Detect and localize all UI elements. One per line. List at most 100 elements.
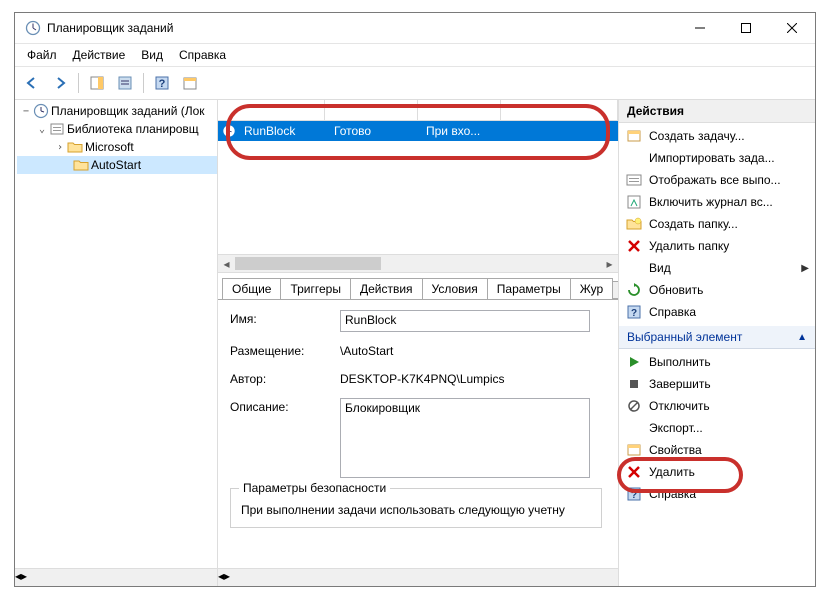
col-name[interactable] bbox=[218, 100, 325, 120]
menubar: Файл Действие Вид Справка bbox=[15, 44, 815, 67]
tree-microsoft-label: Microsoft bbox=[85, 140, 134, 154]
toolbar: ? bbox=[15, 67, 815, 100]
field-location: \AutoStart bbox=[340, 342, 598, 360]
menu-action[interactable]: Действие bbox=[65, 46, 134, 64]
titlebar: Планировщик заданий bbox=[15, 13, 815, 44]
col-next[interactable] bbox=[501, 100, 618, 120]
label-author: Автор: bbox=[230, 370, 340, 386]
label-location: Размещение: bbox=[230, 342, 340, 358]
action-delete[interactable]: Удалить bbox=[619, 461, 815, 483]
main-body: − Планировщик заданий (Лок ⌄ Библиотека … bbox=[15, 100, 815, 586]
tree-hscroll[interactable]: ◂▸ bbox=[15, 568, 217, 586]
action-refresh[interactable]: Обновить bbox=[619, 279, 815, 301]
action-new-folder[interactable]: Создать папку... bbox=[619, 213, 815, 235]
delete-x-icon bbox=[625, 464, 643, 480]
menu-help[interactable]: Справка bbox=[171, 46, 234, 64]
svg-text:?: ? bbox=[631, 490, 637, 501]
task-detail-panel: Общие Триггеры Действия Условия Параметр… bbox=[218, 273, 618, 586]
toolbar-properties-icon[interactable] bbox=[112, 70, 138, 96]
task-trigger: При вхо... bbox=[420, 124, 618, 138]
collapse-icon[interactable]: ⌄ bbox=[35, 124, 49, 135]
svg-text:?: ? bbox=[159, 78, 166, 90]
export-icon bbox=[625, 420, 643, 436]
action-help2[interactable]: ? Справка bbox=[619, 483, 815, 505]
tree-microsoft[interactable]: › Microsoft bbox=[17, 138, 217, 156]
field-name[interactable]: RunBlock bbox=[340, 310, 590, 332]
tree-root[interactable]: − Планировщик заданий (Лок bbox=[17, 102, 217, 120]
stop-icon bbox=[625, 376, 643, 392]
tree-library-label: Библиотека планировщ bbox=[67, 122, 199, 136]
expand-icon[interactable]: › bbox=[53, 142, 67, 153]
folder-icon bbox=[67, 139, 83, 155]
center-pane: RunBlock Готово При вхо... ◂▸ Общие Триг… bbox=[218, 100, 619, 586]
forward-button[interactable] bbox=[47, 70, 73, 96]
tab-settings[interactable]: Параметры bbox=[487, 278, 571, 299]
window-title: Планировщик заданий bbox=[47, 21, 173, 35]
toolbar-help-icon[interactable]: ? bbox=[149, 70, 175, 96]
actions-header: Действия bbox=[619, 100, 815, 123]
action-enable-log[interactable]: Включить журнал вс... bbox=[619, 191, 815, 213]
field-author: DESKTOP-K7K4PNQ\Lumpics bbox=[340, 370, 598, 388]
action-import-task[interactable]: Импортировать зада... bbox=[619, 147, 815, 169]
action-view[interactable]: Вид ▶ bbox=[619, 257, 815, 279]
view-icon bbox=[625, 260, 643, 276]
help-icon: ? bbox=[625, 304, 643, 320]
security-fieldset: Параметры безопасности При выполнении за… bbox=[230, 488, 602, 528]
create-task-icon bbox=[625, 128, 643, 144]
back-button[interactable] bbox=[19, 70, 45, 96]
action-disable[interactable]: Отключить bbox=[619, 395, 815, 417]
action-run[interactable]: Выполнить bbox=[619, 351, 815, 373]
tab-triggers[interactable]: Триггеры bbox=[280, 278, 351, 299]
col-status[interactable] bbox=[325, 100, 418, 120]
tab-general[interactable]: Общие bbox=[222, 278, 281, 300]
action-help[interactable]: ? Справка bbox=[619, 301, 815, 323]
tasklist-hscroll[interactable]: ◂▸ bbox=[218, 254, 618, 272]
toolbar-calendar-icon[interactable] bbox=[177, 70, 203, 96]
delete-x-icon bbox=[625, 238, 643, 254]
menu-file[interactable]: Файл bbox=[19, 46, 65, 64]
detail-hscroll[interactable]: ◂▸ bbox=[218, 568, 618, 586]
run-icon bbox=[625, 354, 643, 370]
tree-autostart[interactable]: AutoStart bbox=[17, 156, 217, 174]
toolbar-action-pane-icon[interactable] bbox=[84, 70, 110, 96]
log-icon bbox=[625, 194, 643, 210]
actions-section-selected[interactable]: Выбранный элемент ▲ bbox=[619, 325, 815, 349]
task-row-selected[interactable]: RunBlock Готово При вхо... bbox=[218, 121, 618, 141]
tab-actions[interactable]: Действия bbox=[350, 278, 423, 299]
running-tasks-icon bbox=[625, 172, 643, 188]
clock-icon bbox=[33, 103, 49, 119]
field-description[interactable]: Блокировщик bbox=[340, 398, 590, 478]
action-export[interactable]: Экспорт... bbox=[619, 417, 815, 439]
tab-conditions[interactable]: Условия bbox=[422, 278, 488, 299]
app-icon bbox=[25, 20, 41, 36]
col-trigger[interactable] bbox=[418, 100, 501, 120]
task-name: RunBlock bbox=[238, 124, 328, 138]
menu-view[interactable]: Вид bbox=[133, 46, 171, 64]
tab-history[interactable]: Жур bbox=[570, 278, 613, 299]
properties-icon bbox=[625, 442, 643, 458]
security-account-text: При выполнении задачи использовать следу… bbox=[239, 497, 593, 527]
folder-icon bbox=[73, 157, 89, 173]
action-create-task[interactable]: Создать задачу... bbox=[619, 125, 815, 147]
tab-strip: Общие Триггеры Действия Условия Параметр… bbox=[218, 273, 618, 300]
maximize-button[interactable] bbox=[723, 13, 769, 43]
library-icon bbox=[49, 121, 65, 137]
action-show-running[interactable]: Отображать все выпо... bbox=[619, 169, 815, 191]
refresh-icon bbox=[625, 282, 643, 298]
action-end[interactable]: Завершить bbox=[619, 373, 815, 395]
close-button[interactable] bbox=[769, 13, 815, 43]
security-legend: Параметры безопасности bbox=[239, 481, 390, 495]
tree-pane: − Планировщик заданий (Лок ⌄ Библиотека … bbox=[15, 100, 218, 586]
tree-library[interactable]: ⌄ Библиотека планировщ bbox=[17, 120, 217, 138]
tree-autostart-label: AutoStart bbox=[91, 158, 141, 172]
tree-root-label: Планировщик заданий (Лок bbox=[51, 104, 205, 118]
task-status: Готово bbox=[328, 124, 420, 138]
action-delete-folder[interactable]: Удалить папку bbox=[619, 235, 815, 257]
task-scheduler-window: Планировщик заданий Файл Действие Вид Сп… bbox=[14, 12, 816, 587]
help-icon: ? bbox=[625, 486, 643, 502]
minimize-button[interactable] bbox=[677, 13, 723, 43]
disable-icon bbox=[625, 398, 643, 414]
action-properties[interactable]: Свойства bbox=[619, 439, 815, 461]
task-icon bbox=[218, 124, 238, 138]
label-name: Имя: bbox=[230, 310, 340, 326]
